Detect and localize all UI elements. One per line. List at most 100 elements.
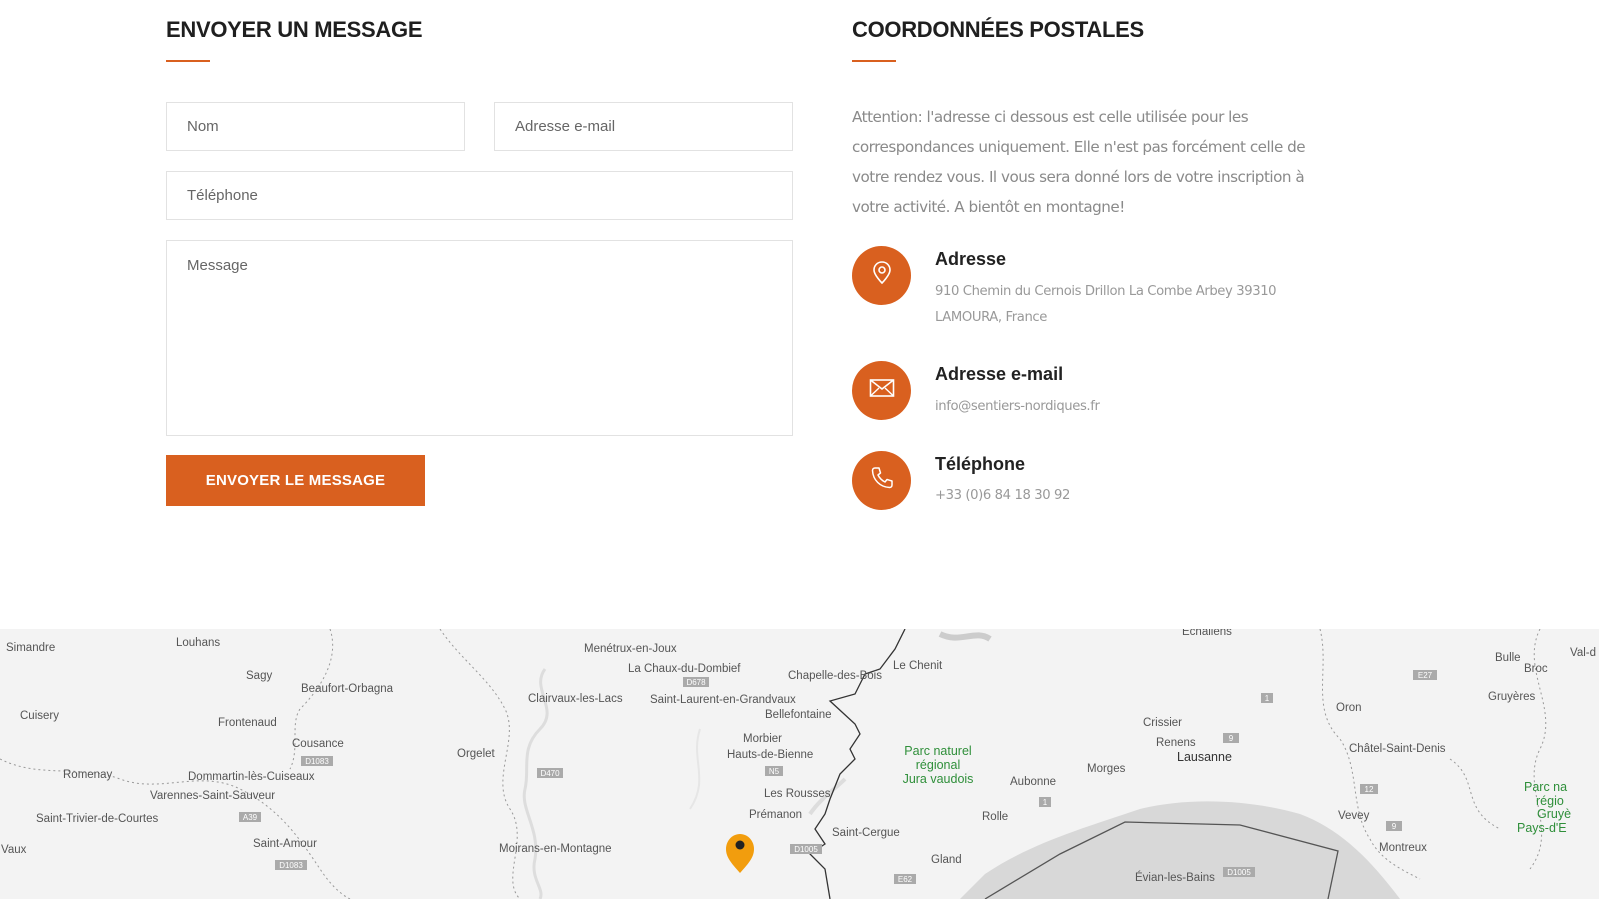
- road-shield: A39: [239, 812, 261, 822]
- map-label: Varennes-Saint-Sauveur: [150, 790, 275, 802]
- svg-text:1: 1: [1043, 798, 1048, 807]
- road-shield: 9: [1223, 733, 1239, 743]
- svg-text:D470: D470: [540, 769, 560, 778]
- road-shield: D1005: [1223, 867, 1255, 877]
- map-label: Moirans-en-Montagne: [499, 843, 612, 855]
- map-label: Rolle: [982, 811, 1008, 823]
- map-label: Clairvaux-les-Lacs: [528, 693, 623, 705]
- map-label: Cuisery: [20, 710, 59, 722]
- svg-text:12: 12: [1365, 785, 1374, 794]
- svg-text:D678: D678: [686, 678, 706, 687]
- map-label: Cousance: [292, 738, 344, 750]
- map-label: Bulle: [1495, 652, 1521, 664]
- map-label: Orgelet: [457, 748, 496, 760]
- road-shield: N5: [765, 766, 783, 776]
- phone-value[interactable]: +33 (0)6 84 18 30 92: [935, 483, 1070, 509]
- email-input[interactable]: [494, 102, 793, 151]
- map-label: Montreux: [1379, 842, 1427, 854]
- park-label-right: Gruyè: [1537, 807, 1571, 821]
- map-label: Broc: [1524, 663, 1548, 675]
- map-label: Morbier: [743, 733, 782, 745]
- road-shield: D1005: [790, 844, 822, 854]
- address-title: Adresse: [935, 249, 1007, 269]
- address-line-1: 910 Chemin du Cernois Drillon La Combe A…: [935, 284, 1277, 299]
- svg-text:D1083: D1083: [279, 861, 303, 870]
- map-label: Echallens: [1182, 629, 1232, 638]
- contact-intro-text: Attention: l'adresse ci dessous est cell…: [852, 108, 1306, 216]
- park-label: Parc naturel: [904, 744, 971, 758]
- road-shield: E62: [894, 874, 916, 884]
- address-icon-circle: [852, 246, 911, 305]
- svg-text:D1005: D1005: [1227, 868, 1251, 877]
- road-shield: D1083: [301, 756, 333, 766]
- park-label-right: Pays-d'E: [1517, 821, 1567, 835]
- contact-title: COORDONNÉES POSTALES: [852, 17, 1144, 42]
- map-label: Évian-les-Bains: [1135, 871, 1215, 884]
- message-textarea[interactable]: [166, 240, 793, 436]
- svg-text:9: 9: [1392, 822, 1397, 831]
- svg-text:A39: A39: [243, 813, 258, 822]
- park-label: Jura vaudois: [903, 772, 974, 786]
- envelope-icon: [869, 378, 895, 403]
- address-line-2: LAMOURA, France: [935, 310, 1047, 325]
- map-label: Saint-Cergue: [832, 827, 900, 839]
- phone-icon: [870, 466, 894, 495]
- map-label: Chapelle-des-Bois: [788, 670, 882, 682]
- contact-title-underline: [852, 60, 896, 62]
- map-label: Morges: [1087, 763, 1126, 775]
- map-label: Lausanne: [1177, 750, 1232, 764]
- map-label: Prémanon: [749, 809, 802, 821]
- map-label: Aubonne: [1010, 776, 1056, 788]
- map-label: Romenay: [63, 769, 112, 781]
- map-label: Menétrux-en-Joux: [584, 643, 677, 655]
- form-title: ENVOYER UN MESSAGE: [166, 17, 423, 42]
- map-label: Le Chenit: [893, 660, 943, 672]
- svg-text:D1083: D1083: [305, 757, 329, 766]
- road-shield: 1: [1261, 693, 1273, 703]
- map-label: Renens: [1156, 737, 1196, 749]
- map-label: Louhans: [176, 637, 220, 649]
- svg-text:E62: E62: [898, 875, 913, 884]
- svg-text:E27: E27: [1418, 671, 1433, 680]
- map-label: Simandre: [6, 642, 55, 654]
- road-shield: E27: [1413, 670, 1437, 680]
- map-label: Saint-Amour: [253, 838, 317, 850]
- map-label: Sagy: [246, 670, 272, 682]
- map-label: Saint-Trivier-de-Courtes: [36, 813, 159, 825]
- road-shield: 12: [1360, 784, 1378, 794]
- email-icon-circle: [852, 361, 911, 420]
- map-label: Gruyères: [1488, 691, 1536, 703]
- map-label: Beaufort-Orbagna: [301, 683, 394, 695]
- map-label: Les Rousses: [764, 788, 831, 800]
- road-shield: 9: [1386, 821, 1402, 831]
- road-shield: D470: [537, 768, 563, 778]
- map-label: Val-d: [1570, 647, 1596, 659]
- map-label: Hauts-de-Bienne: [727, 749, 813, 761]
- svg-text:D1005: D1005: [794, 845, 818, 854]
- map-pin-icon: [871, 260, 893, 291]
- road-shield: D678: [683, 677, 709, 687]
- park-label: régional: [916, 758, 960, 772]
- map-label: Vaux: [1, 844, 27, 856]
- map-label: Oron: [1336, 702, 1362, 714]
- map-label: Châtel-Saint-Denis: [1349, 743, 1446, 755]
- map-label: Dommartin-lès-Cuiseaux: [188, 771, 315, 783]
- email-title: Adresse e-mail: [935, 364, 1064, 384]
- google-map[interactable]: Simandre Louhans Sagy Beaufort-Orbagna C…: [0, 629, 1599, 899]
- map-label: La Chaux-du-Dombief: [628, 663, 741, 675]
- map-canvas: Simandre Louhans Sagy Beaufort-Orbagna C…: [0, 629, 1596, 899]
- svg-text:N5: N5: [769, 767, 780, 776]
- map-label: Bellefontaine: [765, 709, 832, 721]
- road-shield: D1083: [275, 860, 307, 870]
- map-label: Frontenaud: [218, 717, 277, 729]
- phone-title: Téléphone: [935, 454, 1026, 474]
- email-value[interactable]: info@sentiers-nordiques.fr: [935, 394, 1100, 420]
- phone-input[interactable]: [166, 171, 793, 220]
- map-label: Crissier: [1143, 717, 1182, 729]
- map-marker-icon[interactable]: [726, 834, 754, 873]
- phone-icon-circle: [852, 451, 911, 510]
- map-label: Saint-Laurent-en-Grandvaux: [650, 694, 796, 706]
- form-title-underline: [166, 60, 210, 62]
- send-message-button[interactable]: ENVOYER LE MESSAGE: [166, 455, 425, 506]
- name-input[interactable]: [166, 102, 465, 151]
